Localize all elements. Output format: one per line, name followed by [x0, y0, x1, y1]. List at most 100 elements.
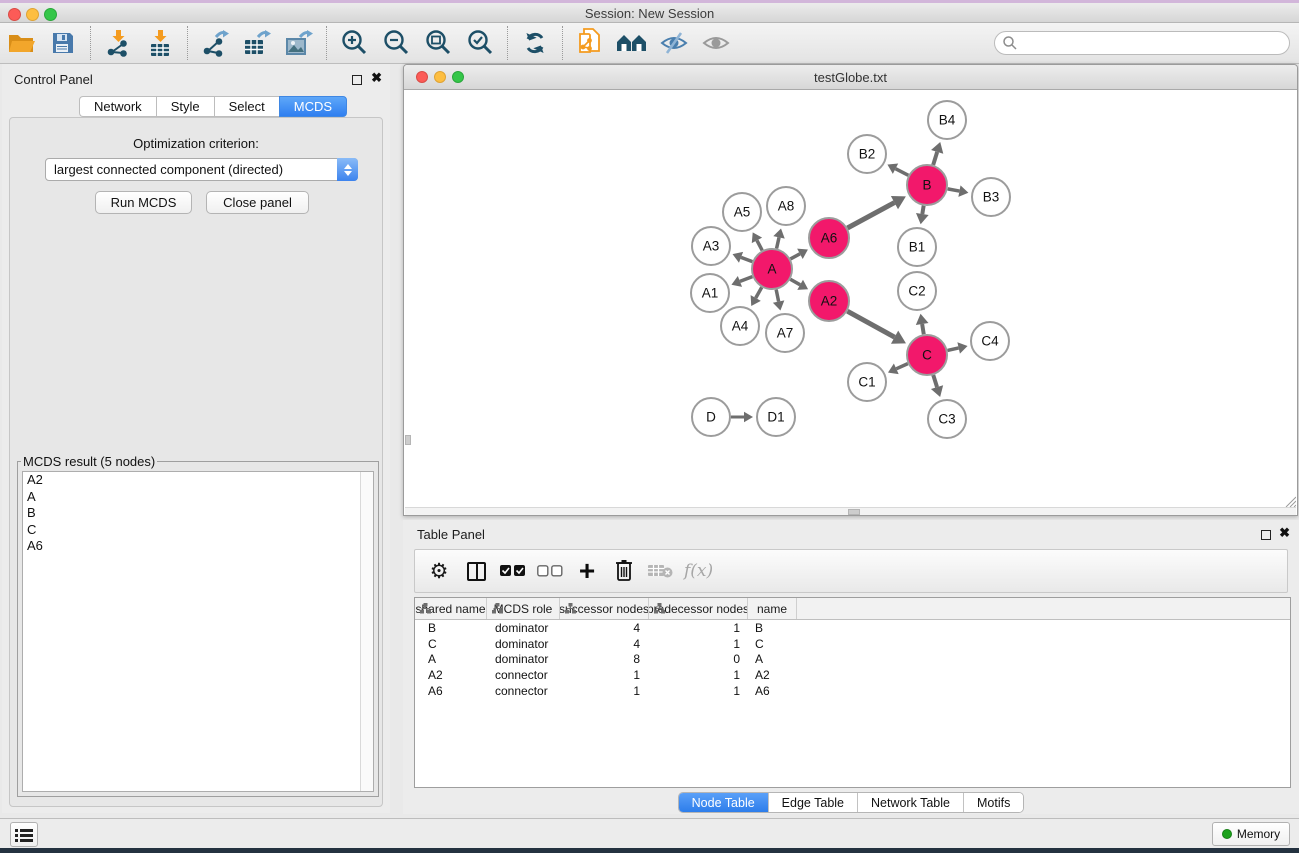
hide-graphics-details-icon[interactable] — [657, 26, 691, 60]
main-titlebar: Session: New Session — [0, 3, 1299, 23]
column-header-name[interactable]: name — [748, 598, 797, 619]
network-graph[interactable]: B4B2BB3A8A5A6A3B1AC2A1A2A4A7C4CC1DD1C3 — [405, 90, 1296, 508]
cell-shared-name: A6 — [415, 684, 487, 698]
add-column-icon[interactable]: + — [573, 556, 601, 586]
select-all-columns-icon[interactable] — [499, 556, 527, 586]
table-row[interactable]: A2connector11A2 — [415, 667, 1290, 683]
import-table-icon[interactable] — [143, 26, 177, 60]
column-header-shared-name[interactable]: shared name — [415, 598, 487, 619]
control-tab-style[interactable]: Style — [156, 96, 214, 117]
memory-button[interactable]: Memory — [1212, 822, 1290, 846]
search-box[interactable] — [994, 31, 1290, 55]
window-resize-handle[interactable] — [1284, 495, 1296, 507]
edge-A-A8[interactable] — [777, 237, 779, 248]
home-icon[interactable] — [615, 26, 649, 60]
control-tab-select[interactable]: Select — [214, 96, 279, 117]
control-tab-mcds[interactable]: MCDS — [279, 96, 347, 117]
arrowhead-A-A8 — [773, 228, 784, 238]
table-row[interactable]: Bdominator41B — [415, 620, 1290, 636]
arrowhead-D-D1 — [744, 412, 753, 423]
table-panel-title: Table Panel — [417, 527, 485, 542]
close-panel-icon[interactable]: ✖ — [371, 73, 382, 83]
column-header-successor-nodes[interactable]: successor nodes — [560, 598, 649, 619]
cell-successor-nodes: 4 — [560, 621, 649, 635]
edge-A-A6[interactable] — [790, 254, 799, 259]
export-network-icon[interactable] — [198, 26, 232, 60]
export-table-icon[interactable] — [240, 26, 274, 60]
zoom-selected-icon[interactable] — [463, 26, 497, 60]
edge-A6-B[interactable] — [847, 203, 894, 228]
task-history-button[interactable] — [10, 822, 38, 847]
mcds-result-item[interactable]: A — [23, 489, 373, 506]
show-graphics-details-icon[interactable] — [699, 26, 733, 60]
mcds-result-item[interactable]: A6 — [23, 538, 373, 555]
optimization-criterion-dropdown[interactable]: largest connected component (directed) — [45, 158, 358, 181]
close-panel-button[interactable]: Close panel — [206, 191, 309, 214]
cell-predecessor-nodes: 1 — [649, 637, 748, 651]
clear-table-icon[interactable] — [647, 556, 675, 586]
network-horizontal-scroll-thumb[interactable] — [848, 509, 860, 515]
control-tab-network[interactable]: Network — [79, 96, 156, 117]
edge-A-A7[interactable] — [776, 290, 778, 302]
mcds-result-item[interactable]: A2 — [23, 472, 373, 489]
arrowhead-C-C2 — [916, 314, 929, 325]
open-folder-icon[interactable] — [4, 26, 38, 60]
delete-column-icon[interactable] — [610, 556, 638, 586]
import-network-icon[interactable] — [101, 26, 135, 60]
table-row[interactable]: A6connector11A6 — [415, 683, 1290, 699]
cell-shared-name: B — [415, 621, 487, 635]
split-panel-icon[interactable] — [462, 556, 490, 586]
deselect-all-columns-icon[interactable] — [536, 556, 564, 586]
open-session-file-icon[interactable] — [573, 26, 607, 60]
zoom-out-icon[interactable] — [379, 26, 413, 60]
zoom-in-icon[interactable] — [337, 26, 371, 60]
edge-C-C4[interactable] — [947, 348, 958, 350]
edge-C-C2[interactable] — [922, 324, 924, 334]
edge-A-A5[interactable] — [757, 240, 762, 250]
edge-A-A2[interactable] — [790, 279, 800, 285]
table-row[interactable]: Adominator80A — [415, 652, 1290, 668]
edge-A-A1[interactable] — [740, 277, 752, 282]
network-horizontal-scrollbar[interactable] — [405, 507, 1296, 515]
network-canvas[interactable]: B4B2BB3A8A5A6A3B1AC2A1A2A4A7C4CC1DD1C3 — [405, 90, 1296, 508]
graph-node-label-C1: C1 — [858, 375, 875, 390]
edge-B-B2[interactable] — [896, 169, 909, 176]
edge-A-A4[interactable] — [756, 287, 762, 298]
column-header-filler — [797, 598, 1290, 619]
table-settings-icon[interactable]: ⚙ — [425, 556, 453, 586]
graph-node-label-A8: A8 — [778, 199, 795, 214]
toolbar-separator — [90, 26, 91, 60]
tab-node-table[interactable]: Node Table — [679, 793, 769, 812]
mcds-result-item[interactable]: C — [23, 522, 373, 539]
edge-A-A3[interactable] — [741, 257, 752, 261]
graph-node-label-D: D — [706, 410, 716, 425]
table-row[interactable]: Cdominator41C — [415, 636, 1290, 652]
float-table-panel-icon[interactable] — [1261, 527, 1271, 545]
column-header-MCDS-role[interactable]: MCDS role — [487, 598, 560, 619]
column-header-predecessor-nodes[interactable]: predecessor nodes — [649, 598, 748, 619]
edge-B-B4[interactable] — [933, 152, 937, 165]
edge-A2-C[interactable] — [847, 311, 894, 337]
save-session-icon[interactable] — [46, 26, 80, 60]
table-toolbar: ⚙ + f(x) — [414, 549, 1288, 593]
run-mcds-button[interactable]: Run MCDS — [95, 191, 192, 214]
mcds-list-scrollbar[interactable] — [360, 472, 373, 791]
tab-network-table[interactable]: Network Table — [858, 793, 964, 812]
edge-C-C1[interactable] — [896, 364, 908, 369]
refresh-icon[interactable] — [518, 26, 552, 60]
tab-edge-table[interactable]: Edge Table — [769, 793, 858, 812]
close-table-panel-icon[interactable]: ✖ — [1279, 528, 1290, 538]
edge-B-B3[interactable] — [948, 189, 960, 191]
network-vertical-scroll-thumb[interactable] — [405, 435, 411, 445]
mcds-result-item[interactable]: B — [23, 505, 373, 522]
float-panel-icon[interactable] — [352, 72, 362, 90]
search-input[interactable] — [1018, 34, 1289, 52]
zoom-fit-icon[interactable] — [421, 26, 455, 60]
edge-B-B1[interactable] — [922, 206, 923, 214]
function-builder-icon[interactable]: f(x) — [684, 556, 713, 586]
mcds-result-list[interactable]: A2ABCA6 — [22, 471, 374, 792]
tab-motifs[interactable]: Motifs — [964, 793, 1023, 812]
edge-C-C3[interactable] — [933, 375, 937, 387]
export-image-icon[interactable] — [282, 26, 316, 60]
network-window-titlebar[interactable]: testGlobe.txt — [404, 65, 1297, 90]
